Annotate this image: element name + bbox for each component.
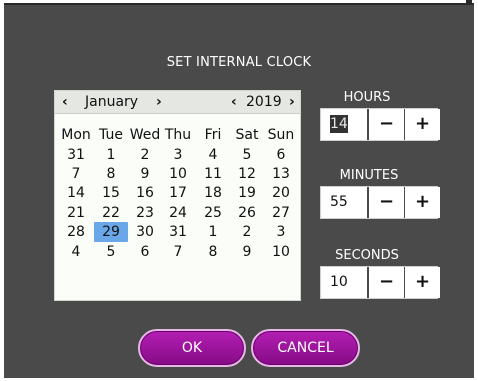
calendar-day[interactable]: 7 — [59, 164, 93, 184]
weekday-header: Tue — [99, 127, 123, 143]
calendar-day[interactable]: 2 — [230, 222, 264, 242]
calendar-day[interactable]: 11 — [196, 164, 230, 184]
seconds-input[interactable]: 10 — [321, 267, 367, 298]
cancel-button[interactable]: CANCEL — [251, 329, 360, 367]
calendar-day[interactable]: 26 — [230, 203, 264, 223]
calendar-day[interactable]: 13 — [264, 164, 298, 184]
calendar-day[interactable]: 25 — [196, 203, 230, 223]
calendar-day[interactable]: 7 — [161, 242, 195, 262]
weekday-header: Thu — [164, 127, 192, 143]
calendar-header: ‹ January › ‹ 2019 › — [55, 91, 300, 114]
calendar-day[interactable]: 27 — [264, 203, 298, 223]
seconds-decrement-button[interactable]: − — [369, 267, 404, 298]
dialog-title: SET INTERNAL CLOCK — [166, 55, 312, 70]
calendar-day[interactable]: 3 — [161, 145, 195, 165]
calendar-day[interactable]: 4 — [196, 145, 230, 165]
weekday-header: Mon — [61, 127, 91, 143]
calendar-day[interactable]: 9 — [128, 164, 162, 184]
seconds-increment-button[interactable]: + — [405, 267, 440, 298]
next-year-button[interactable]: › — [289, 94, 295, 110]
ok-button[interactable]: OK — [138, 329, 246, 367]
calendar-day[interactable]: 5 — [94, 242, 128, 262]
calendar-day[interactable]: 20 — [264, 183, 298, 203]
minutes-input[interactable]: 55 — [321, 187, 367, 218]
window-edge — [466, 0, 472, 4]
hours-label: HOURS — [343, 90, 391, 105]
minutes-spinner: 55 − + — [320, 186, 440, 219]
calendar-day[interactable]: 10 — [264, 242, 298, 262]
calendar-day[interactable]: 31 — [59, 145, 93, 165]
calendar-day[interactable]: 2 — [128, 145, 162, 165]
calendar-day[interactable]: 1 — [94, 145, 128, 165]
calendar-day[interactable]: 14 — [59, 183, 93, 203]
calendar-day[interactable]: 23 — [128, 203, 162, 223]
prev-year-button[interactable]: ‹ — [231, 94, 237, 110]
calendar-day[interactable]: 6 — [128, 242, 162, 262]
minutes-label: MINUTES — [339, 168, 399, 183]
calendar-day[interactable]: 5 — [230, 145, 264, 165]
seconds-spinner: 10 − + — [320, 266, 440, 299]
next-month-button[interactable]: › — [156, 94, 162, 110]
calendar-day[interactable]: 17 — [161, 183, 195, 203]
weekday-header: Sat — [235, 127, 259, 143]
calendar-day[interactable]: 19 — [230, 183, 264, 203]
hours-value: 14 — [330, 115, 348, 133]
hours-spinner: 14 − + — [320, 108, 440, 141]
calendar-day[interactable]: 10 — [161, 164, 195, 184]
calendar-day[interactable]: 8 — [196, 242, 230, 262]
calendar-day[interactable]: 16 — [128, 183, 162, 203]
weekday-header: Sun — [267, 127, 295, 143]
year-label: 2019 — [246, 94, 282, 110]
calendar-day[interactable]: 3 — [264, 222, 298, 242]
calendar-day[interactable]: 31 — [161, 222, 195, 242]
calendar-day[interactable]: 9 — [230, 242, 264, 262]
calendar-day[interactable]: 24 — [161, 203, 195, 223]
set-clock-dialog: SET INTERNAL CLOCK ‹ January › ‹ 2019 › … — [4, 3, 474, 378]
hours-decrement-button[interactable]: − — [369, 109, 404, 140]
prev-month-button[interactable]: ‹ — [62, 94, 68, 110]
calendar-day[interactable]: 15 — [94, 183, 128, 203]
minutes-increment-button[interactable]: + — [405, 187, 440, 218]
weekday-header: Wed — [129, 127, 161, 143]
minutes-decrement-button[interactable]: − — [369, 187, 404, 218]
calendar-day[interactable]: 4 — [59, 242, 93, 262]
weekday-header: Fri — [204, 127, 222, 143]
calendar-day[interactable]: 8 — [94, 164, 128, 184]
calendar-day[interactable]: 30 — [128, 222, 162, 242]
month-label: January — [85, 94, 139, 110]
calendar-day[interactable]: 28 — [59, 222, 93, 242]
calendar-day[interactable]: 12 — [230, 164, 264, 184]
seconds-label: SECONDS — [335, 248, 399, 263]
selected-day[interactable]: 29 — [94, 222, 128, 242]
calendar-day[interactable]: 22 — [94, 203, 128, 223]
calendar: ‹ January › ‹ 2019 › Mon Tue Wed Thu Fri Sat S… — [54, 90, 301, 301]
calendar-day[interactable]: 21 — [59, 203, 93, 223]
calendar-day[interactable]: 18 — [196, 183, 230, 203]
hours-increment-button[interactable]: + — [405, 109, 440, 140]
calendar-day[interactable]: 6 — [264, 145, 298, 165]
calendar-day[interactable]: 1 — [196, 222, 230, 242]
hours-input[interactable]: 14 — [321, 109, 367, 140]
